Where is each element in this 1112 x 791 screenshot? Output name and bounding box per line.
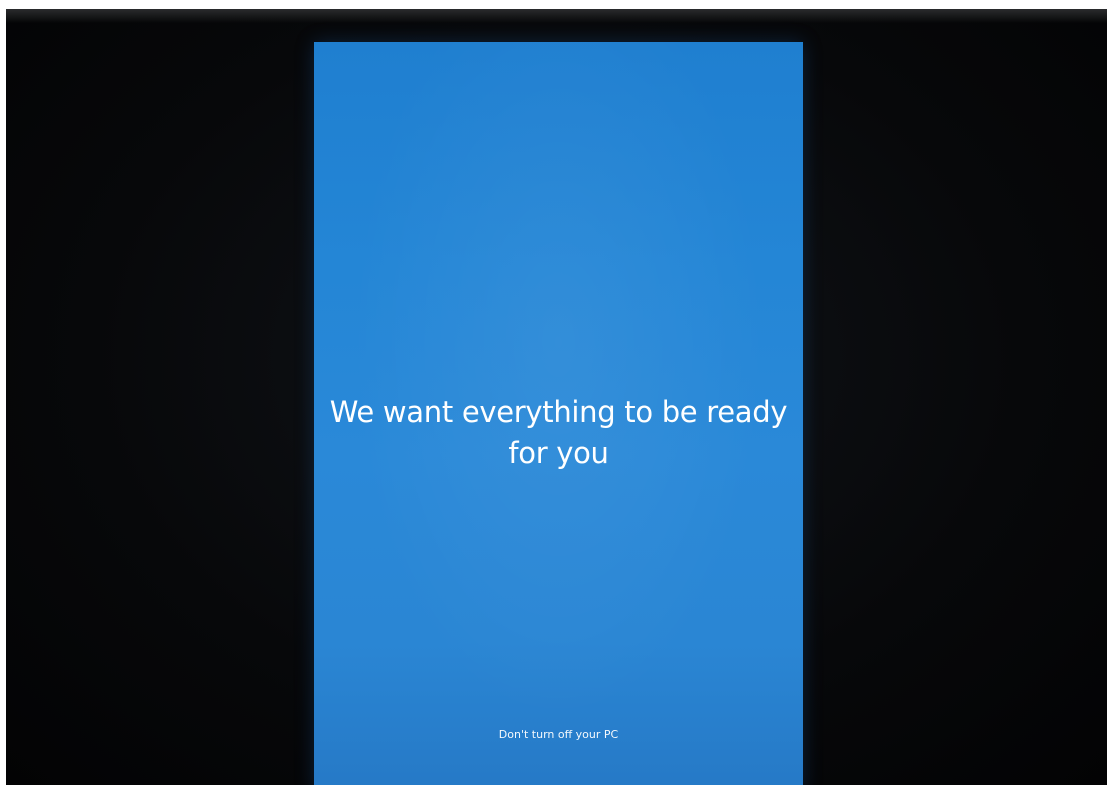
headline-line-1: We want everything to be ready bbox=[329, 395, 788, 429]
windows-setup-screen: We want everything to be ready for you D… bbox=[314, 42, 803, 785]
dont-turn-off-message: Don't turn off your PC bbox=[498, 728, 619, 741]
monitor-display: We want everything to be ready for you D… bbox=[6, 9, 1107, 785]
photo-frame: We want everything to be ready for you D… bbox=[0, 0, 1112, 791]
monitor-top-edge bbox=[6, 9, 1107, 23]
setup-headline: We want everything to be ready for you bbox=[314, 392, 803, 474]
headline-line-2: for you bbox=[508, 436, 609, 470]
